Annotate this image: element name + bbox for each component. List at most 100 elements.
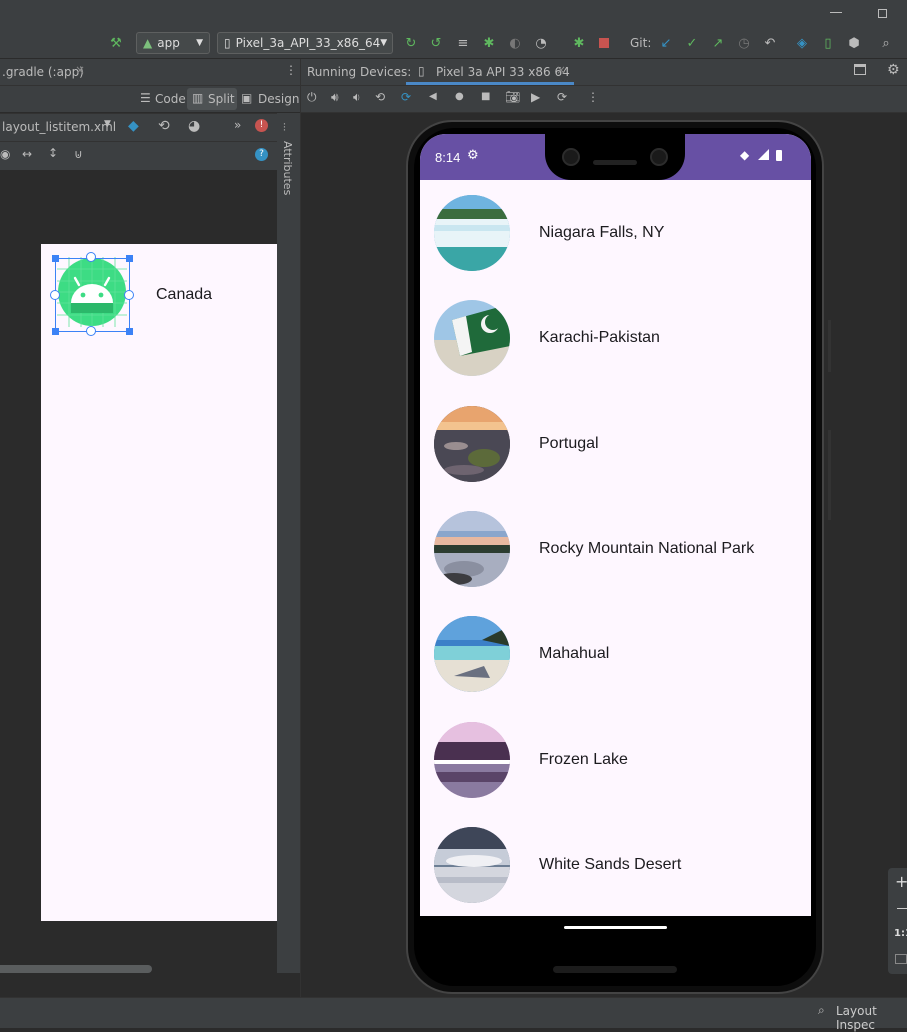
expand-icon[interactable]: »: [234, 118, 241, 132]
device-tab[interactable]: ▯ Pixel 3a API 33 x86 64 ×: [406, 59, 574, 85]
list-item[interactable]: Mahahual: [420, 601, 811, 706]
place-name: Niagara Falls, NY: [539, 224, 665, 241]
stop-icon[interactable]: [596, 35, 612, 51]
close-icon[interactable]: ×: [75, 63, 85, 77]
layout-inspector-icon[interactable]: ⌕: [818, 1003, 825, 1018]
theme-icon[interactable]: ◕: [188, 118, 200, 134]
volume-button[interactable]: [828, 320, 831, 372]
git-rollback-icon[interactable]: ↶: [762, 35, 778, 51]
attributes-side-tab[interactable]: ⫶ Attributes: [277, 113, 300, 973]
attributes-icon: ⫶: [283, 121, 286, 134]
list-item[interactable]: Karachi-Pakistan: [420, 285, 811, 390]
more-options-icon[interactable]: ⋮: [285, 63, 297, 77]
git-push-icon[interactable]: ↗: [710, 35, 726, 51]
place-thumbnail-karachi: [434, 300, 510, 377]
layout-preview[interactable]: Canada: [41, 244, 277, 921]
list-item[interactable]: Rocky Mountain National Park: [420, 496, 811, 601]
logcat-icon[interactable]: ≡: [455, 35, 471, 51]
screenshot-icon[interactable]: 📷︎: [505, 90, 520, 104]
minimize-icon[interactable]: [830, 12, 842, 13]
resize-corner-top-right[interactable]: [126, 255, 133, 262]
resize-corner-bottom-left[interactable]: [52, 328, 59, 335]
constraint-handle-left[interactable]: [50, 290, 60, 300]
code-mode-icon[interactable]: ☰: [140, 91, 151, 105]
git-commit-icon[interactable]: ✓: [684, 35, 700, 51]
device-screen[interactable]: 8:14 ⚙ ◆ Niagara Falls, NY Karachi-Pakist…: [420, 134, 811, 938]
list-item[interactable]: Frozen Lake: [420, 707, 811, 812]
debug-icon[interactable]: ✱: [481, 35, 497, 51]
place-thumbnail-niagara: [434, 195, 510, 271]
device-manager-icon[interactable]: ◈: [794, 35, 810, 51]
build-hammer-icon[interactable]: ⚒: [108, 35, 124, 51]
eye-icon[interactable]: ◉: [0, 147, 10, 161]
preview-text[interactable]: Canada: [156, 286, 212, 304]
reset-icon[interactable]: ⟳: [557, 90, 567, 104]
editor-tab-gradle[interactable]: .gradle (:app): [2, 65, 84, 79]
resize-corner-top-left[interactable]: [52, 255, 59, 262]
fit-screen-icon[interactable]: [895, 954, 907, 964]
constraint-handle-right[interactable]: [124, 290, 134, 300]
list-item[interactable]: Niagara Falls, NY: [420, 180, 811, 285]
split-mode-label: Split: [208, 92, 235, 106]
apply-code-changes-icon[interactable]: ↺: [428, 35, 444, 51]
design-mode-icon[interactable]: ▣: [241, 91, 252, 105]
volume-down-icon[interactable]: 🔉︎: [353, 90, 361, 105]
close-icon[interactable]: ×: [556, 63, 566, 77]
chevron-down-icon[interactable]: ▼: [104, 119, 111, 129]
run-config-select[interactable]: ▲ app ▼: [136, 32, 210, 54]
design-toolbar-secondary: ◉ ↔ ↕ ⊍ ?: [0, 141, 277, 171]
apply-changes-restart-icon[interactable]: ↻: [403, 35, 419, 51]
back-icon[interactable]: ◀: [429, 91, 437, 102]
zoom-out-icon[interactable]: [897, 908, 907, 909]
resize-corner-bottom-right[interactable]: [126, 328, 133, 335]
rotate-right-icon[interactable]: ⟳: [401, 90, 411, 104]
window-title-bar: [0, 0, 907, 28]
coverage-icon[interactable]: ◐: [507, 35, 523, 51]
zoom-actual-button[interactable]: 1:1: [894, 928, 907, 939]
git-history-icon[interactable]: ◷: [736, 35, 752, 51]
design-mode-button[interactable]: Design: [258, 92, 299, 106]
file-selector[interactable]: layout_listitem.xml: [2, 120, 116, 134]
rotate-left-icon[interactable]: ⟲: [375, 90, 385, 104]
code-mode-button[interactable]: Code: [155, 92, 186, 106]
selection-box[interactable]: [55, 258, 130, 332]
device-mirror-icon[interactable]: ▯: [820, 35, 836, 51]
help-icon[interactable]: ?: [255, 148, 268, 161]
place-name: Mahahual: [539, 645, 610, 663]
screen-record-icon[interactable]: ▶: [531, 90, 540, 104]
device-control-bar: ⏻ 🔊︎ 🔉︎ ⟲ ⟳ ◀ ● ■ 📷︎ ▶ ⟳ ⋮: [301, 86, 907, 113]
profiler-icon[interactable]: ◔: [533, 35, 549, 51]
maximize-panel-icon[interactable]: [854, 64, 866, 75]
git-update-icon[interactable]: ↙: [658, 35, 674, 51]
place-name: Portugal: [539, 434, 599, 452]
horizontal-resize-icon[interactable]: ↔: [22, 147, 32, 161]
power-icon[interactable]: ⏻: [307, 90, 317, 105]
gear-icon[interactable]: ⚙: [887, 62, 900, 78]
home-icon[interactable]: ●: [455, 91, 464, 102]
device-select[interactable]: ▯ Pixel_3a_API_33_x86_64 ▼: [217, 32, 393, 54]
search-icon[interactable]: ⌕: [878, 35, 894, 51]
power-button[interactable]: [828, 430, 831, 520]
sdk-manager-icon[interactable]: ⬢: [846, 35, 862, 51]
home-gesture-pill[interactable]: [564, 926, 667, 929]
vertical-resize-icon[interactable]: ↕: [48, 146, 58, 160]
split-mode-button[interactable]: ▥ Split: [187, 88, 237, 110]
restore-icon[interactable]: [878, 9, 887, 18]
layout-inspector-tab[interactable]: Layout Inspec: [836, 1004, 907, 1032]
attach-debugger-icon[interactable]: ✱: [571, 35, 587, 51]
volume-up-icon[interactable]: 🔊︎: [331, 90, 339, 105]
horizontal-scrollbar[interactable]: [0, 965, 152, 973]
list-item[interactable]: Portugal: [420, 391, 811, 496]
orientation-icon[interactable]: ⟲: [158, 118, 170, 134]
zoom-in-button[interactable]: +: [895, 872, 907, 891]
layers-icon[interactable]: ◆: [128, 118, 139, 134]
error-icon[interactable]: !: [255, 119, 268, 132]
list-item[interactable]: White Sands Desert: [420, 812, 811, 917]
more-options-icon[interactable]: ⋮: [587, 90, 599, 104]
settings-gear-icon: ⚙: [467, 148, 479, 163]
chevron-down-icon: ▼: [380, 38, 388, 48]
constraint-handle-top[interactable]: [86, 252, 96, 262]
constraint-handle-bottom[interactable]: [86, 326, 96, 336]
magnet-icon[interactable]: ⊍: [74, 147, 83, 161]
overview-icon[interactable]: ■: [481, 91, 490, 102]
